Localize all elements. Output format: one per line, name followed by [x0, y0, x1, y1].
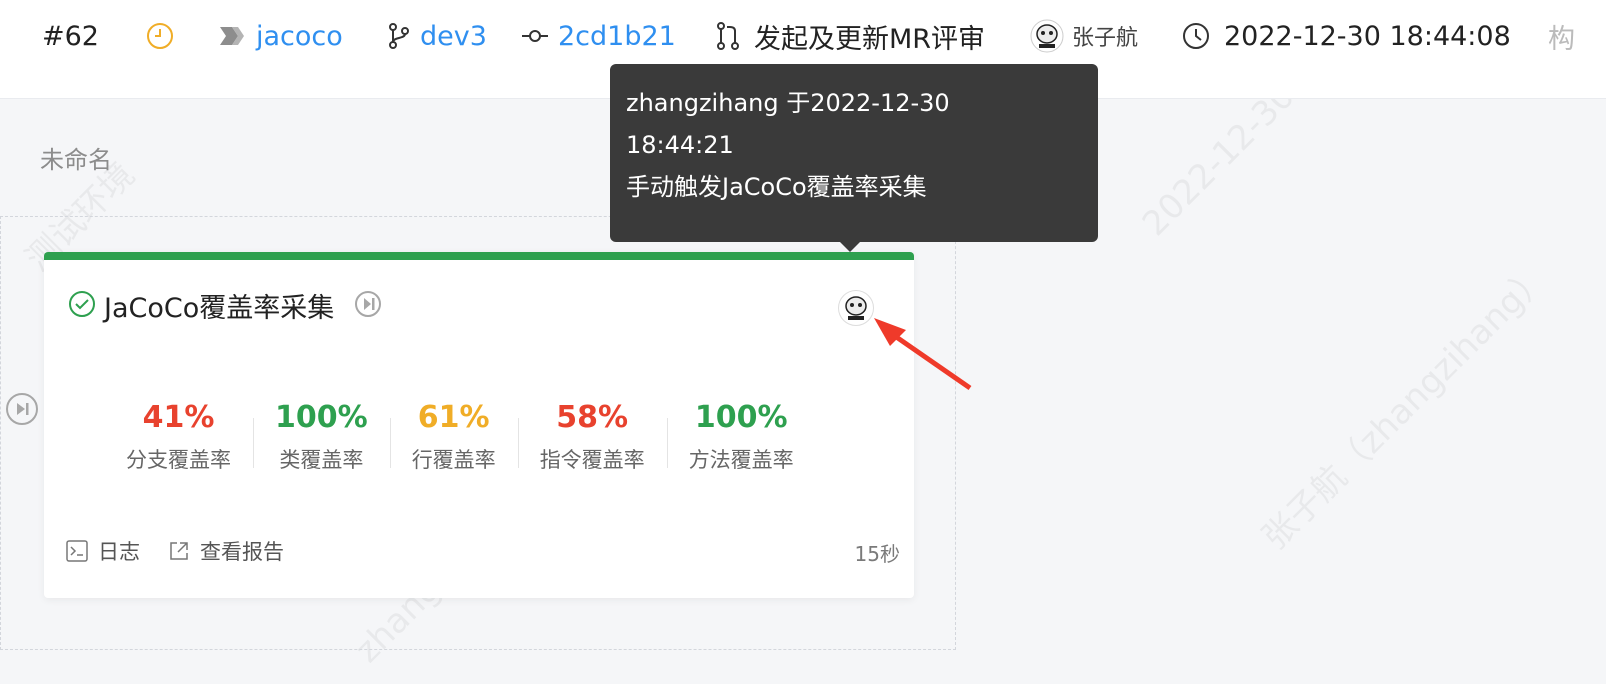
metric-value: 58%	[556, 400, 629, 435]
job-status-bar	[44, 252, 914, 260]
job-footer: 日志 查看报告 15秒	[66, 536, 900, 566]
truncated-label: 构	[1548, 23, 1575, 55]
metric-value: 100%	[275, 400, 368, 435]
stage-title: 未命名	[40, 146, 112, 174]
build-number: #62	[42, 20, 99, 52]
build-datetime: 2022-12-30 18:44:08	[1224, 20, 1511, 52]
merge-request-icon	[716, 22, 740, 50]
annotation-arrow-icon	[860, 300, 980, 399]
metric-line-coverage: 61% 行覆盖率	[389, 400, 518, 490]
branch-icon	[388, 23, 410, 49]
job-header: JaCoCo覆盖率采集	[68, 286, 382, 325]
commit-link[interactable]: 2cd1b21	[522, 16, 676, 56]
coverage-metrics: 41% 分支覆盖率 100% 类覆盖率 61% 行覆盖率 58% 指令覆盖率 1…	[104, 400, 884, 490]
job-title: JaCoCo覆盖率采集	[104, 293, 335, 324]
watermark: 2022-12-30	[1134, 75, 1303, 245]
tooltip-line: zhangzihang 于2022-12-30	[626, 89, 950, 117]
metric-value: 41%	[142, 400, 215, 435]
tooltip-line: 手动触发JaCoCo覆盖率采集	[626, 173, 927, 201]
metric-label: 行覆盖率	[411, 448, 496, 472]
success-check-icon	[68, 290, 96, 322]
metric-instruction-coverage: 58% 指令覆盖率	[517, 400, 667, 490]
avatar	[1030, 19, 1064, 53]
play-pause-icon	[17, 403, 29, 415]
branch-name: dev3	[420, 20, 487, 52]
metric-class-coverage: 100% 类覆盖率	[253, 400, 390, 490]
view-report-label: 查看报告	[200, 540, 284, 564]
metric-value: 61%	[417, 400, 490, 435]
commit-hash: 2cd1b21	[558, 20, 676, 52]
metric-label: 分支覆盖率	[126, 448, 231, 472]
pending-status-icon	[146, 16, 174, 56]
branch-link[interactable]: dev3	[388, 16, 487, 56]
trigger-reason: 发起及更新MR评审	[754, 23, 986, 55]
stage-run-button[interactable]	[6, 393, 38, 425]
repo-link[interactable]: jacoco	[220, 16, 343, 56]
tooltip-arrow	[840, 242, 860, 252]
job-card[interactable]: JaCoCo覆盖率采集 41% 分支覆盖率 100% 类覆盖率 61% 行覆盖率…	[44, 252, 914, 598]
terminal-icon	[66, 540, 88, 562]
commit-icon	[522, 28, 548, 44]
build-time: 2022-12-30 18:44:08	[1182, 16, 1511, 56]
repo-icon	[220, 25, 248, 47]
clock-icon	[1182, 22, 1210, 50]
log-link[interactable]: 日志	[66, 536, 140, 566]
user-info: 张子航	[1030, 16, 1138, 56]
metric-branch-coverage: 41% 分支覆盖率	[104, 400, 253, 490]
metric-label: 方法覆盖率	[688, 448, 794, 472]
log-label: 日志	[98, 540, 140, 564]
metric-label: 类覆盖率	[279, 448, 364, 472]
repo-name: jacoco	[256, 20, 343, 52]
trigger-tooltip: zhangzihang 于2022-12-30 18:44:21 手动触发JaC…	[610, 64, 1098, 242]
watermark: 张子航（zhangzihang）	[1254, 256, 1557, 558]
external-link-icon	[170, 542, 188, 560]
play-pause-icon	[355, 290, 382, 317]
job-duration: 15秒	[854, 542, 900, 566]
merge-request-trigger: 发起及更新MR评审	[716, 16, 985, 56]
view-report-link[interactable]: 查看报告	[168, 536, 284, 566]
metric-value: 100%	[694, 400, 788, 435]
metric-label: 指令覆盖率	[539, 448, 645, 472]
user-name: 张子航	[1072, 26, 1139, 51]
tooltip-line: 18:44:21	[626, 131, 734, 159]
job-run-button[interactable]	[354, 290, 382, 322]
metric-method-coverage: 100% 方法覆盖率	[666, 400, 816, 490]
